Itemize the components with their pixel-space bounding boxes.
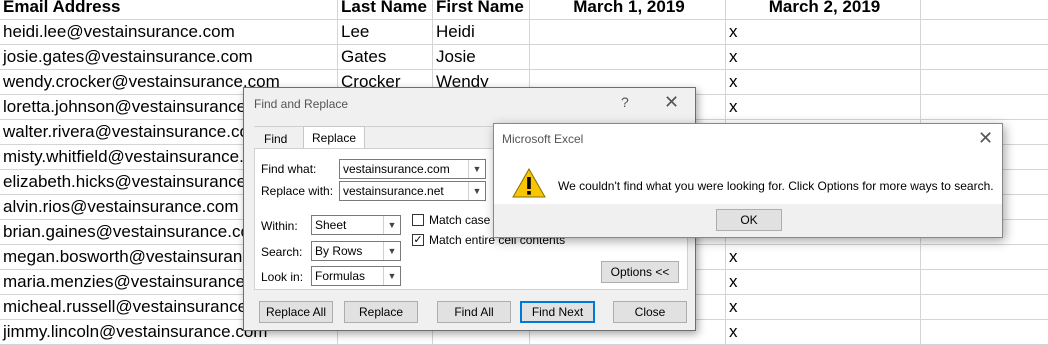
within-select[interactable]: Sheet ▼ [311,215,401,235]
look-in-label: Look in: [261,270,304,284]
empty-cell[interactable] [530,45,726,70]
attendance-cell[interactable]: x [726,270,921,295]
find-what-value: vestainsurance.com [343,162,450,176]
attendance-cell[interactable]: x [726,95,921,120]
attendance-cell[interactable]: x [726,320,921,345]
dialog-title: Find and Replace [254,97,349,111]
last-name-cell[interactable]: Lee [338,20,433,45]
first-name-cell[interactable]: Josie [433,45,530,70]
empty-cell[interactable] [921,0,1048,20]
match-case-checkbox[interactable] [412,214,424,226]
close-icon[interactable]: ✕ [664,92,679,113]
empty-cell[interactable] [921,320,1048,345]
chevron-down-icon[interactable]: ▼ [468,182,485,200]
message-body: We couldn't find what you were looking f… [494,156,1002,204]
tab-replace[interactable]: Replace [303,126,366,149]
empty-cell[interactable] [921,245,1048,270]
attendance-cell[interactable]: x [726,295,921,320]
replace-with-input[interactable]: vestainsurance.net ▼ [339,181,486,201]
look-in-select[interactable]: Formulas ▼ [311,266,401,286]
message-footer: OK [494,204,1002,237]
empty-cell[interactable] [921,20,1048,45]
match-entire-checkbox[interactable]: ✓ [412,234,424,246]
chevron-down-icon[interactable]: ▼ [383,267,400,285]
attendance-cell[interactable]: x [726,70,921,95]
column-header[interactable]: Last Name [338,0,433,20]
within-value: Sheet [315,218,347,232]
options-button[interactable]: Options << [601,261,679,283]
replace-with-label: Replace with: [261,184,334,198]
close-icon[interactable]: ✕ [978,128,993,149]
empty-cell[interactable] [921,45,1048,70]
replace-button[interactable]: Replace [344,301,418,323]
first-name-cell[interactable]: Heidi [433,20,530,45]
message-box-title: Microsoft Excel [502,132,584,146]
tab-find[interactable]: Find [256,128,295,150]
column-header[interactable]: March 2, 2019 [726,0,921,20]
attendance-cell[interactable]: x [726,20,921,45]
attendance-cell[interactable]: x [726,245,921,270]
excel-message-box: Microsoft Excel ✕ We couldn't find what … [493,123,1003,238]
attendance-cell[interactable]: x [726,45,921,70]
find-all-button[interactable]: Find All [437,301,511,323]
search-select[interactable]: By Rows ▼ [311,241,401,261]
close-button[interactable]: Close [613,301,687,323]
ok-button[interactable]: OK [716,209,782,231]
email-cell[interactable]: heidi.lee@vestainsurance.com [0,20,338,45]
message-text: We couldn't find what you were looking f… [558,179,994,193]
search-value: By Rows [315,244,363,258]
email-cell[interactable]: josie.gates@vestainsurance.com [0,45,338,70]
column-header[interactable]: First Name [433,0,530,20]
last-name-cell[interactable]: Gates [338,45,433,70]
replace-all-button[interactable]: Replace All [259,301,333,323]
match-case-label: Match case [429,213,491,227]
help-button[interactable]: ? [621,94,629,110]
empty-cell[interactable] [530,20,726,45]
empty-cell[interactable] [921,70,1048,95]
find-what-input[interactable]: vestainsurance.com ▼ [339,159,486,179]
chevron-down-icon[interactable]: ▼ [383,216,400,234]
column-header[interactable]: March 1, 2019 [530,0,726,20]
chevron-down-icon[interactable]: ▼ [383,242,400,260]
column-header[interactable]: Email Address [0,0,338,20]
chevron-down-icon[interactable]: ▼ [468,160,485,178]
empty-cell[interactable] [921,295,1048,320]
replace-with-value: vestainsurance.net [343,184,444,198]
look-in-value: Formulas [315,269,366,283]
empty-cell[interactable] [921,270,1048,295]
find-next-button[interactable]: Find Next [520,301,595,323]
search-label: Search: [261,245,303,259]
find-what-label: Find what: [261,162,317,176]
within-label: Within: [261,219,298,233]
warning-icon [512,168,546,198]
empty-cell[interactable] [921,95,1048,120]
